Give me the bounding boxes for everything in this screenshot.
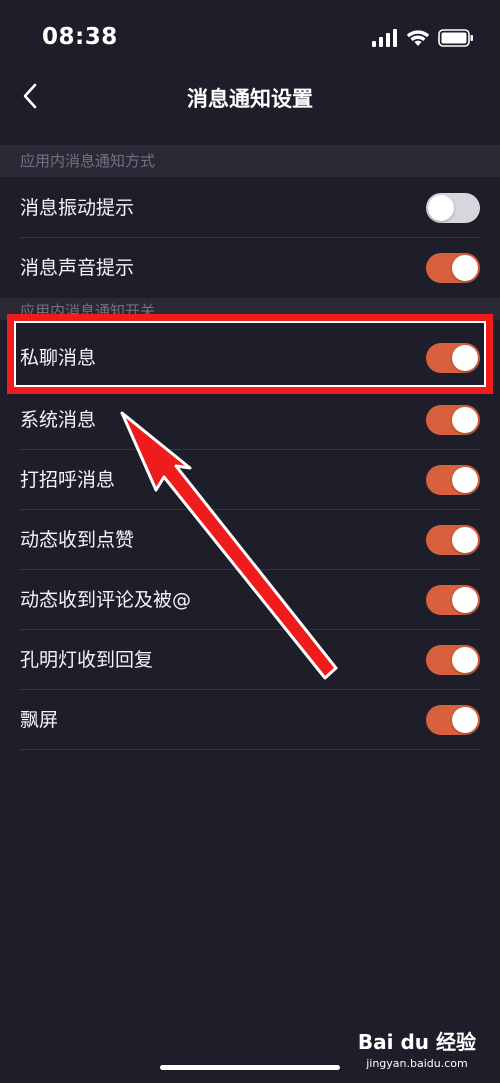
wifi-icon xyxy=(406,29,430,51)
sound-toggle[interactable] xyxy=(426,253,480,283)
settings-row-floating-screen: 飘屏 xyxy=(0,690,500,750)
row-label: 消息声音提示 xyxy=(20,257,135,279)
lantern-reply-toggle[interactable] xyxy=(426,645,480,675)
toggle-knob xyxy=(452,587,478,613)
section-title: 应用内消息通知开关 xyxy=(20,302,156,320)
toggle-knob xyxy=(452,647,478,673)
row-label: 飘屏 xyxy=(20,709,59,731)
toggle-knob xyxy=(452,407,478,433)
home-indicator xyxy=(160,1065,340,1070)
post-comment-toggle[interactable] xyxy=(426,585,480,615)
settings-row-vibration: 消息振动提示 xyxy=(0,178,500,238)
settings-row-sound: 消息声音提示 xyxy=(0,238,500,298)
settings-row-post-like: 动态收到点赞 xyxy=(0,510,500,570)
section-header-notification-method: 应用内消息通知方式 xyxy=(0,145,500,177)
settings-row-system-message: 系统消息 xyxy=(0,390,500,450)
floating-screen-toggle[interactable] xyxy=(426,705,480,735)
toggle-knob xyxy=(428,195,454,221)
private-message-toggle[interactable] xyxy=(426,343,480,373)
status-bar: 08:38 xyxy=(0,0,500,80)
system-message-toggle[interactable] xyxy=(426,405,480,435)
toggle-knob xyxy=(452,527,478,553)
toggle-knob xyxy=(452,707,478,733)
toggle-knob xyxy=(452,255,478,281)
toggle-knob xyxy=(452,345,478,371)
settings-row-lantern-reply: 孔明灯收到回复 xyxy=(0,630,500,690)
nav-bar: 消息通知设置 xyxy=(0,70,500,126)
section-title: 应用内消息通知方式 xyxy=(20,152,156,170)
settings-row-greeting-message: 打招呼消息 xyxy=(0,450,500,510)
row-label: 孔明灯收到回复 xyxy=(20,649,154,671)
status-icons xyxy=(372,28,474,52)
watermark: Bai du 经验 jingyan.baidu.com xyxy=(358,1026,476,1070)
toggle-knob xyxy=(452,467,478,493)
greeting-message-toggle[interactable] xyxy=(426,465,480,495)
section-header-notification-switches: 应用内消息通知开关 xyxy=(0,298,500,320)
post-like-toggle[interactable] xyxy=(426,525,480,555)
row-label: 动态收到点赞 xyxy=(20,529,135,551)
settings-row-private-message: 私聊消息 xyxy=(0,328,500,388)
cellular-signal-icon xyxy=(372,29,398,51)
settings-row-post-comment: 动态收到评论及被@ xyxy=(0,570,500,630)
row-label: 系统消息 xyxy=(20,409,97,431)
row-label: 消息振动提示 xyxy=(20,197,135,219)
row-label: 动态收到评论及被@ xyxy=(20,589,192,611)
watermark-logo: Bai du 经验 xyxy=(357,1030,476,1054)
battery-icon xyxy=(438,29,474,51)
status-time: 08:38 xyxy=(42,24,118,50)
row-label: 打招呼消息 xyxy=(20,469,116,491)
watermark-url: jingyan.baidu.com xyxy=(366,1057,468,1070)
row-divider xyxy=(20,749,480,750)
row-label: 私聊消息 xyxy=(20,347,97,369)
vibration-toggle[interactable] xyxy=(426,193,480,223)
page-title: 消息通知设置 xyxy=(187,87,313,111)
